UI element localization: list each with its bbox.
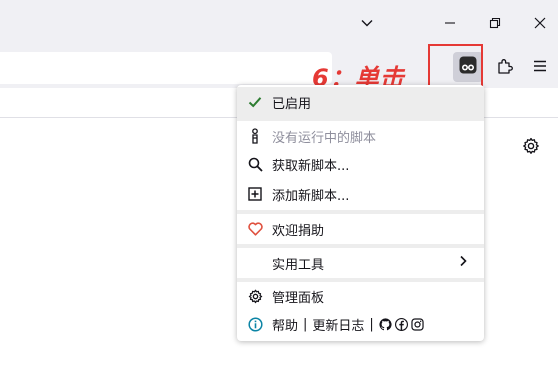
menu-item-dashboard[interactable]: 管理面板 (237, 281, 484, 311)
changelog-link[interactable]: 更新日志 (312, 315, 364, 334)
minimize-button[interactable] (435, 8, 465, 38)
checkmark-icon (247, 94, 263, 110)
menu-item-label: 添加新脚本... (272, 188, 350, 204)
app-menu-button[interactable] (526, 54, 554, 82)
menu-item-label: 欢迎捐助 (272, 223, 325, 239)
info-icon (247, 316, 263, 332)
gear-icon (247, 288, 263, 304)
minimize-icon (444, 17, 456, 29)
menu-item-no-running-scripts: 没有运行中的脚本 (237, 121, 484, 151)
menu-item-enabled[interactable]: 已启用 (237, 87, 484, 117)
facebook-icon[interactable] (394, 317, 408, 331)
list-all-tabs-button[interactable] (352, 8, 382, 38)
menu-item-label: 没有运行中的脚本 (272, 130, 377, 146)
script-status-icon (247, 128, 263, 144)
hamburger-menu-icon (532, 58, 548, 78)
menu-item-donate[interactable]: 欢迎捐助 (237, 214, 484, 244)
restore-button[interactable] (480, 8, 510, 38)
github-icon[interactable] (379, 317, 392, 331)
heart-icon (247, 221, 263, 237)
menu-item-add-new-script[interactable]: 添加新脚本... (237, 179, 484, 209)
menu-item-label: 管理面板 (272, 290, 325, 306)
close-icon (534, 17, 546, 29)
menu-item-label: 已启用 (272, 96, 312, 112)
link-separator: | (303, 316, 308, 332)
menu-item-get-new-scripts[interactable]: 获取新脚本... (237, 149, 484, 179)
menu-item-label: 获取新脚本... (272, 158, 350, 174)
menu-item-help-footer: 帮助 | 更新日志 | (237, 309, 484, 339)
help-links: 帮助 | 更新日志 | (272, 315, 424, 334)
extensions-button[interactable] (491, 54, 519, 82)
menu-item-utilities[interactable]: 实用工具 (237, 248, 484, 278)
title-bar (0, 0, 558, 48)
help-link[interactable]: 帮助 (272, 315, 298, 334)
tampermonkey-popup-menu: 已启用 没有运行中的脚本 获取新脚本... 添加新脚本... 欢迎捐助 实用工具 (237, 85, 484, 341)
menu-item-label: 实用工具 (272, 257, 325, 273)
chevron-right-icon (458, 255, 468, 271)
gear-icon (522, 137, 540, 159)
search-icon (247, 156, 263, 172)
restore-icon (489, 17, 501, 29)
instagram-icon[interactable] (411, 317, 424, 331)
chevron-down-icon (360, 16, 374, 30)
page-settings-button[interactable] (522, 137, 544, 159)
url-bar[interactable] (0, 52, 332, 84)
link-separator: | (369, 316, 374, 332)
plus-square-icon (247, 186, 263, 202)
puzzle-icon (496, 57, 514, 79)
close-button[interactable] (525, 8, 555, 38)
